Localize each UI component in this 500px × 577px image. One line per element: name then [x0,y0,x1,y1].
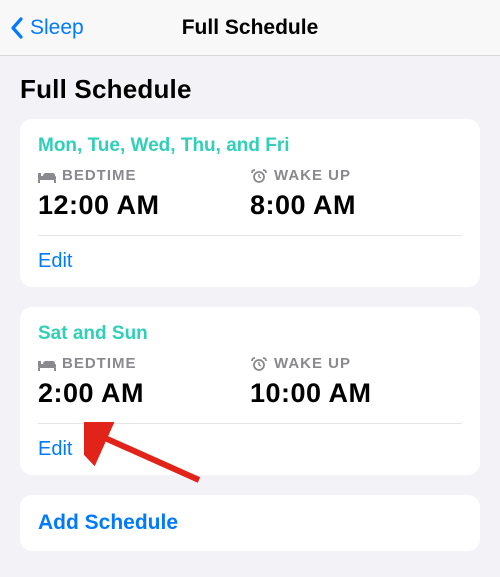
page-title: Full Schedule [0,56,500,119]
alarm-clock-icon [250,357,268,371]
back-label: Sleep [30,16,84,40]
wakeup-label: WAKE UP [250,355,462,372]
back-button[interactable]: Sleep [10,16,84,40]
alarm-clock-icon [250,169,268,183]
wakeup-value: 8:00 AM [250,190,462,221]
schedule-days: Mon, Tue, Wed, Thu, and Fri [38,135,462,157]
bedtime-value: 12:00 AM [38,190,250,221]
bedtime-column: BEDTIME 2:00 AM [38,355,250,409]
edit-button[interactable]: Edit [38,236,462,287]
wakeup-label: WAKE UP [250,167,462,184]
bed-icon [38,169,56,183]
schedule-card: Sat and Sun BEDTIME 2:00 AM WAKE UP [20,307,480,475]
schedule-days: Sat and Sun [38,323,462,345]
wakeup-label-text: WAKE UP [274,167,351,184]
bedtime-column: BEDTIME 12:00 AM [38,167,250,221]
navigation-bar: Sleep Full Schedule [0,0,500,56]
add-schedule-button[interactable]: Add Schedule [20,495,480,551]
bedtime-label: BEDTIME [38,355,250,372]
schedule-times-row: BEDTIME 2:00 AM WAKE UP 10:00 AM [38,355,462,409]
bedtime-label-text: BEDTIME [62,355,137,372]
bedtime-label: BEDTIME [38,167,250,184]
schedule-card: Mon, Tue, Wed, Thu, and Fri BEDTIME 12:0… [20,119,480,287]
wakeup-value: 10:00 AM [250,378,462,409]
wakeup-column: WAKE UP 8:00 AM [250,167,462,221]
wakeup-label-text: WAKE UP [274,355,351,372]
bedtime-label-text: BEDTIME [62,167,137,184]
schedule-times-row: BEDTIME 12:00 AM WAKE UP 8:00 AM [38,167,462,221]
schedule-list: Mon, Tue, Wed, Thu, and Fri BEDTIME 12:0… [0,119,500,551]
wakeup-column: WAKE UP 10:00 AM [250,355,462,409]
bed-icon [38,357,56,371]
chevron-left-icon [10,17,24,39]
bedtime-value: 2:00 AM [38,378,250,409]
edit-button[interactable]: Edit [38,424,462,475]
